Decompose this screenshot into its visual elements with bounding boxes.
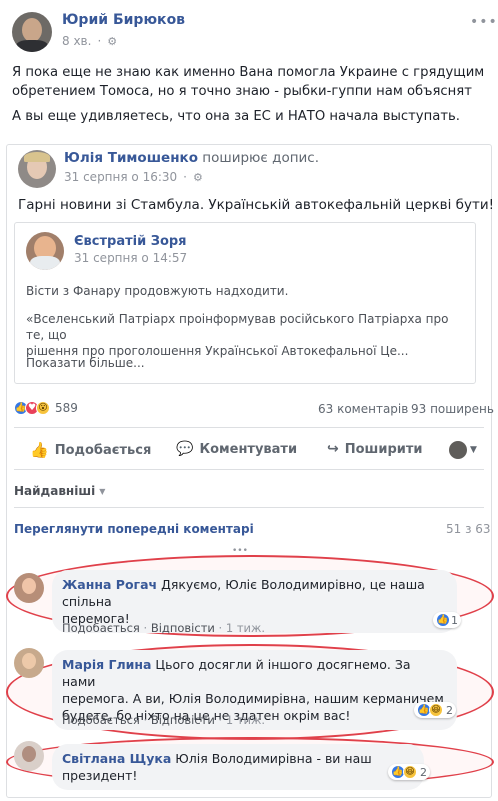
post-text-line: обретением Томоса, но я точно знаю - рыб…: [12, 84, 472, 99]
wow-reaction-icon: 😮: [36, 401, 50, 415]
globe-icon: ⚙: [107, 34, 118, 48]
dot-separator: ·: [97, 34, 102, 48]
reaction-count: 1: [451, 613, 458, 627]
sort-label: Найдавніші: [14, 484, 96, 498]
comment-reply-link[interactable]: Відповісти: [151, 713, 215, 727]
chevron-down-icon: ▼: [470, 445, 477, 455]
comment-reactions[interactable]: 👍 😆 2: [388, 764, 430, 780]
comment-sort-dropdown[interactable]: Найдавніші ▼: [14, 484, 105, 498]
comment-reactions[interactable]: 👍 1: [433, 612, 461, 628]
author-avatar[interactable]: [12, 12, 52, 52]
comment-icon: 💬: [176, 441, 194, 457]
shared-meta: 31 серпня о 16:30 · ⚙: [64, 170, 203, 184]
comment-text: перемога. А ви, Юлія Володимирівна, наши…: [62, 691, 444, 706]
inner-time[interactable]: 31 серпня о 14:57: [74, 251, 187, 265]
reactions-count: 589: [55, 401, 78, 415]
comment-author[interactable]: Жанна Рогач: [62, 577, 157, 592]
post-text: Я пока еще не знаю как именно Вана помог…: [12, 63, 488, 126]
comment-button-label: Коментувати: [199, 441, 298, 457]
shared-author[interactable]: Юлія Тимошенко: [64, 150, 198, 166]
post-text-line: Я пока еще не знаю как именно Вана помог…: [12, 65, 485, 80]
thumbs-up-icon: 👍: [30, 441, 49, 459]
globe-icon: ⚙: [192, 170, 203, 184]
divider: [14, 469, 484, 470]
comment-actions: Подобається · Відповісти · 1 тиж.: [62, 621, 266, 635]
comments-count[interactable]: 63 коментарів: [318, 402, 408, 416]
haha-reaction-icon: 😆: [429, 703, 443, 717]
comment-author[interactable]: Марія Глина: [62, 657, 151, 672]
post-time[interactable]: 8 хв.: [62, 34, 91, 48]
shared-action: поширює допис.: [202, 150, 320, 166]
inner-author-avatar[interactable]: [26, 232, 64, 270]
commenter-avatar[interactable]: [14, 573, 44, 603]
shared-header: Юлія Тимошенко поширює допис.: [64, 150, 319, 166]
post-meta: 8 хв. · ⚙: [62, 34, 117, 48]
like-button[interactable]: 👍 Подобається: [30, 441, 151, 459]
comment-button[interactable]: 💬 Коментувати: [176, 441, 297, 457]
dot-separator: ·: [183, 170, 187, 184]
comment-author[interactable]: Світлана Щука: [62, 751, 171, 766]
comment-like-link[interactable]: Подобається: [62, 621, 140, 635]
like-reaction-icon: 👍: [436, 613, 450, 627]
reactions-summary[interactable]: 👍 ♥ 😮 589: [14, 401, 78, 415]
post-author[interactable]: Юрий Бирюков: [62, 12, 185, 28]
haha-reaction-icon: 😆: [403, 765, 417, 779]
post-text-line: А вы еще удивляетесь, что она за ЕС и НА…: [12, 109, 460, 124]
comment-actions: Подобається · Відповісти · 1 тиж.: [62, 713, 266, 727]
chevron-down-icon: ▼: [99, 486, 106, 496]
shared-time[interactable]: 31 серпня о 16:30: [64, 170, 177, 184]
divider: [14, 427, 484, 428]
reaction-count: 2: [446, 703, 453, 717]
reaction-count: 2: [420, 765, 427, 779]
shared-author-avatar[interactable]: [18, 150, 56, 188]
inner-author[interactable]: Євстратій Зоря: [74, 234, 187, 249]
divider: [14, 507, 484, 508]
like-button-label: Подобається: [54, 442, 152, 458]
shared-text: Гарні новини зі Стамбула. Українській ав…: [18, 197, 495, 213]
comments-count-indicator: 51 з 63: [446, 522, 491, 536]
commenter-avatar[interactable]: [14, 741, 44, 771]
more-options-icon[interactable]: •••: [470, 14, 498, 30]
viewer-avatar-selector[interactable]: ▼: [449, 441, 477, 459]
viewer-avatar: [449, 441, 467, 459]
comment-reply-link[interactable]: Відповісти: [151, 621, 215, 635]
inner-text-line: «Вселенський Патріарх проінформував росі…: [26, 312, 449, 342]
comment-time[interactable]: 1 тиж.: [226, 713, 265, 727]
share-icon: ↪: [327, 441, 339, 457]
comment-reactions[interactable]: 👍 😆 2: [414, 702, 456, 718]
comment-bubble: Світлана Щука Юлія Володимирівна - ви на…: [52, 744, 424, 790]
see-more-link[interactable]: Показати більше...: [26, 356, 145, 370]
comment-like-link[interactable]: Подобається: [62, 713, 140, 727]
view-previous-comments[interactable]: Переглянути попередні коментарі: [14, 522, 254, 536]
comment-time[interactable]: 1 тиж.: [226, 621, 265, 635]
share-button[interactable]: ↪ Поширити: [327, 441, 423, 457]
inner-text-line: Вісти з Фанару продовжують надходити.: [26, 284, 289, 298]
commenter-avatar[interactable]: [14, 648, 44, 678]
inner-text: Вісти з Фанару продовжують надходити. «В…: [26, 283, 470, 359]
share-button-label: Поширити: [344, 441, 423, 457]
shares-count[interactable]: 93 поширень: [411, 402, 494, 416]
